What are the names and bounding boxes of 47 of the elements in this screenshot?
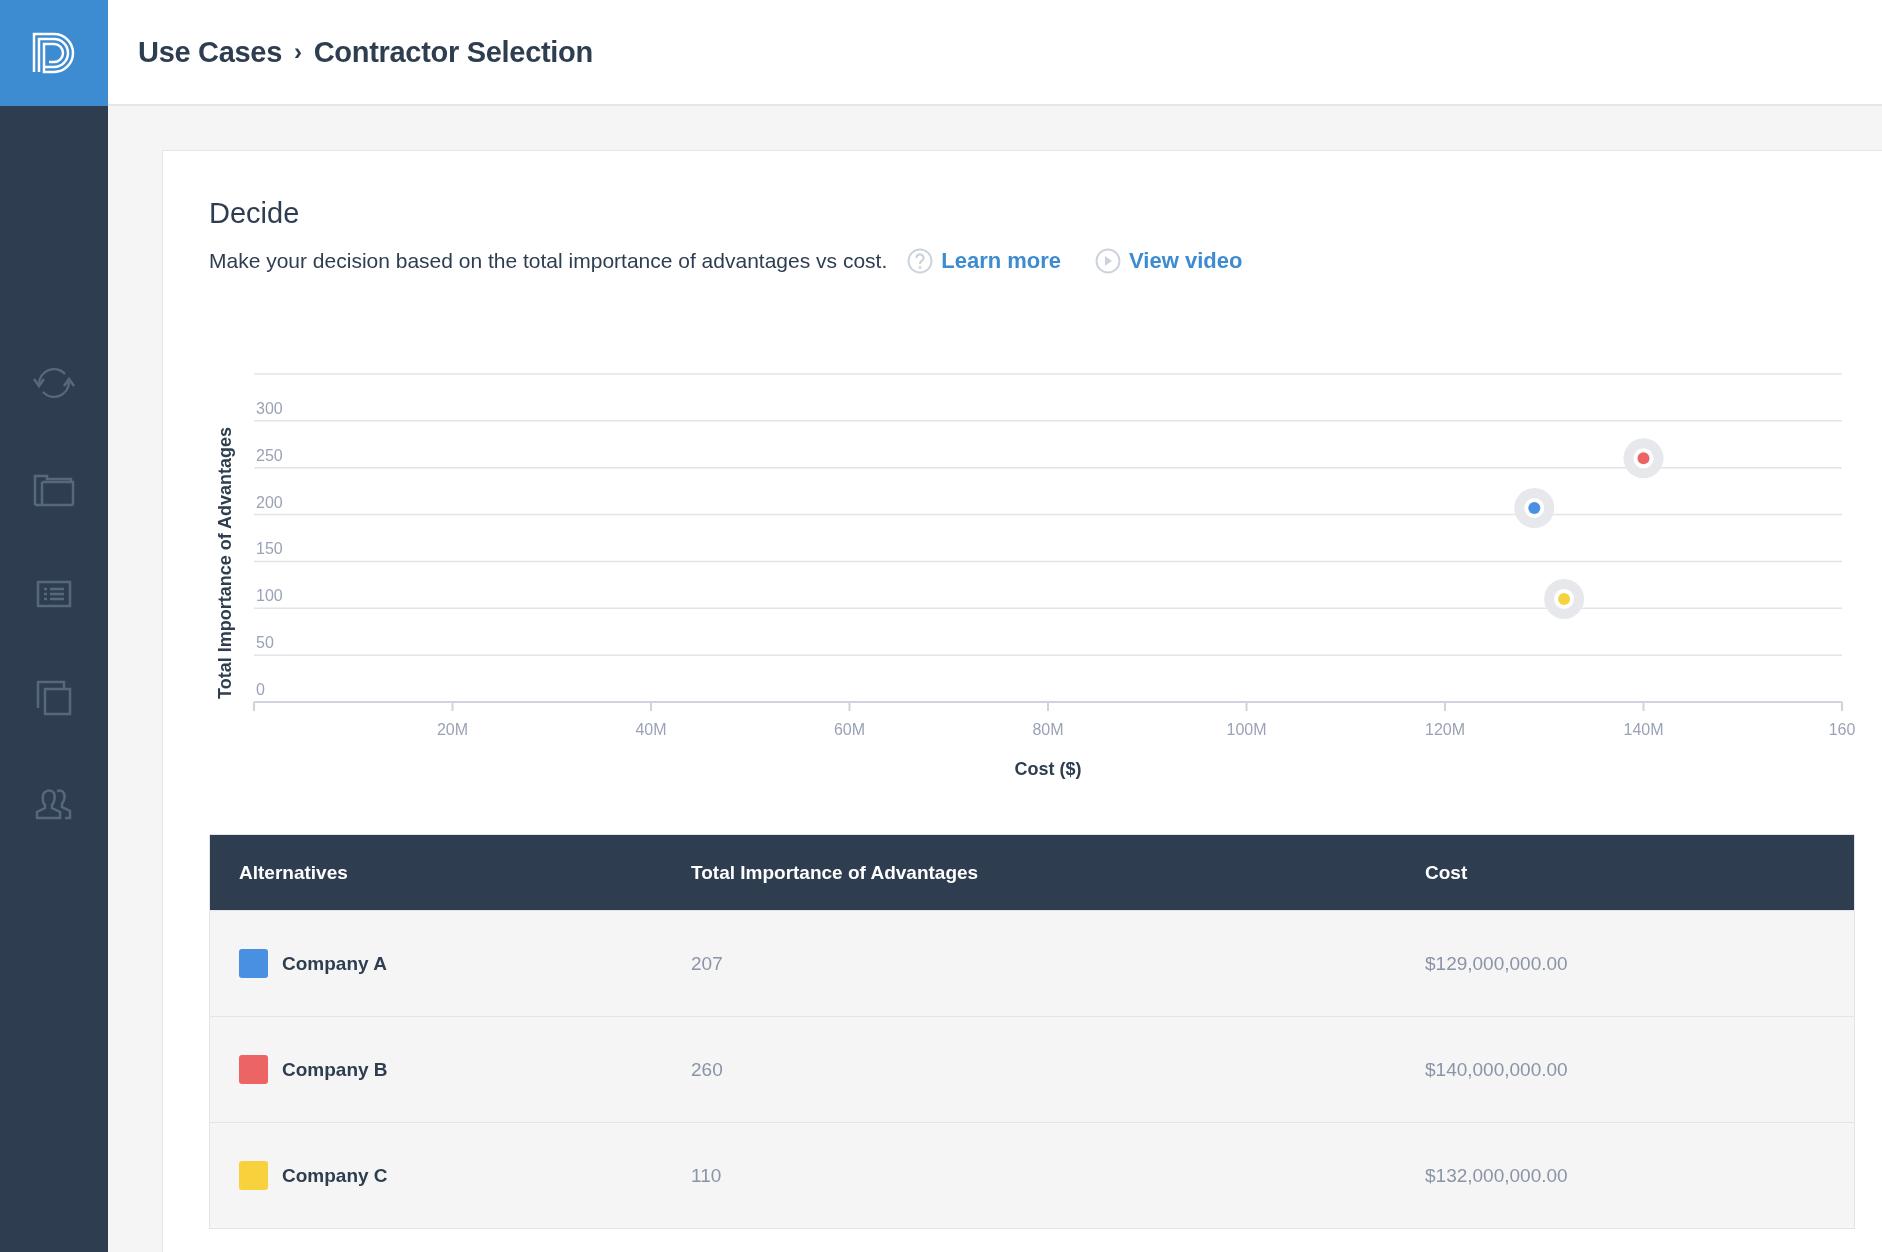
x-tick-label: 40M [635,721,667,738]
table-cell: 110 [662,1122,1396,1229]
alternative-name: Company A [282,952,387,975]
list-icon[interactable] [36,580,72,608]
y-tick-label: 0 [256,681,265,698]
data-point[interactable] [1544,578,1585,619]
table-cell: 260 [662,1016,1396,1123]
table-cell: $129,000,000.00 [1396,910,1855,1017]
y-tick-label: 150 [256,540,283,558]
x-tick-label: 100M [1226,721,1267,738]
breadcrumb-item: Contractor Selection [313,35,593,69]
folder-icon[interactable] [33,474,75,508]
x-tick-label: 120M [1425,721,1465,738]
column-header: Alternatives [209,834,662,911]
view-video-link[interactable]: View video [1095,248,1243,274]
x-tick-label: 140M [1623,721,1664,738]
x-axis-title: Cost ($) [1014,759,1082,779]
section-description: Make your decision based on the total importance of advantages vs cost. [209,249,888,273]
data-point[interactable] [1623,438,1664,479]
logo-icon [32,32,76,74]
table-cell: $132,000,000.00 [1396,1122,1855,1229]
alternative-name: Company B [282,1058,388,1081]
y-tick-label: 50 [256,634,274,652]
x-tick-label: 60M [833,721,866,738]
x-tick-label: 20M [436,721,469,738]
logo-tile[interactable] [0,0,108,106]
play-icon [1095,248,1122,274]
y-axis-title: Total Importance of Advantages [215,427,235,699]
breadcrumb-separator: › [294,38,302,66]
table-cell: $140,000,000.00 [1396,1016,1855,1123]
breadcrumb-item[interactable]: Use Cases [138,35,282,69]
section-title: Decide [209,197,301,230]
y-tick-label: 300 [256,399,283,417]
column-header: Total Importance of Advantages [662,834,1396,911]
column-header: Cost [1396,834,1855,911]
data-point[interactable] [1514,488,1555,528]
y-tick-label: 100 [256,587,283,605]
y-tick-label: 200 [256,493,283,511]
users-icon[interactable] [35,788,73,820]
help-icon [907,248,934,274]
alternative-name: Company C [282,1164,388,1187]
x-tick-label: 80M [1032,721,1064,738]
table-cell: 207 [662,910,1396,1017]
y-tick-label: 250 [256,446,283,464]
copy-icon[interactable] [36,680,72,716]
learn-more-link[interactable]: Learn more [907,248,1062,274]
x-tick-label: 160 [1828,721,1856,738]
